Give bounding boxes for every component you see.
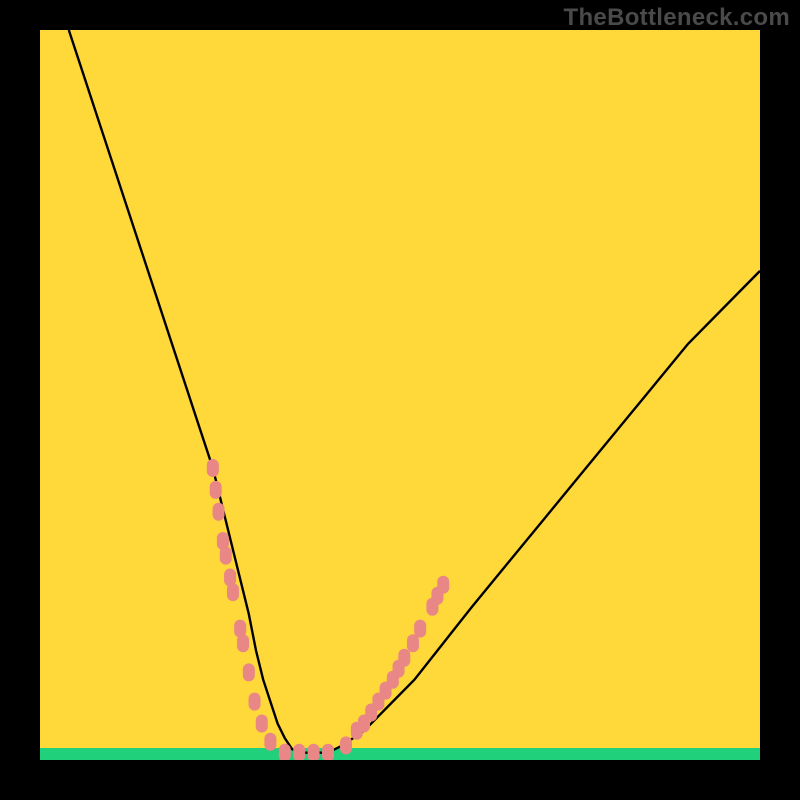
green-baseline (40, 748, 760, 760)
highlight-dot (213, 503, 225, 521)
highlight-dot (249, 693, 261, 711)
highlight-dot (237, 634, 249, 652)
highlight-dot (398, 649, 410, 667)
highlight-dot (293, 744, 305, 760)
highlight-dot (256, 715, 268, 733)
highlight-dot (210, 481, 222, 499)
highlight-dot (340, 736, 352, 754)
chart-frame: TheBottleneck.com (0, 0, 800, 800)
highlight-dot (279, 744, 291, 760)
highlight-dot (322, 744, 334, 760)
highlight-dot (243, 663, 255, 681)
highlight-dot (227, 583, 239, 601)
highlight-dot (264, 733, 276, 751)
highlight-dot (220, 547, 232, 565)
attribution-label: TheBottleneck.com (564, 4, 790, 32)
highlight-dot (207, 459, 219, 477)
gradient-background (40, 30, 760, 760)
highlight-dot (414, 620, 426, 638)
bottleneck-chart (40, 30, 760, 760)
highlight-dot (437, 576, 449, 594)
highlight-dot (407, 634, 419, 652)
highlight-dot (308, 744, 320, 760)
